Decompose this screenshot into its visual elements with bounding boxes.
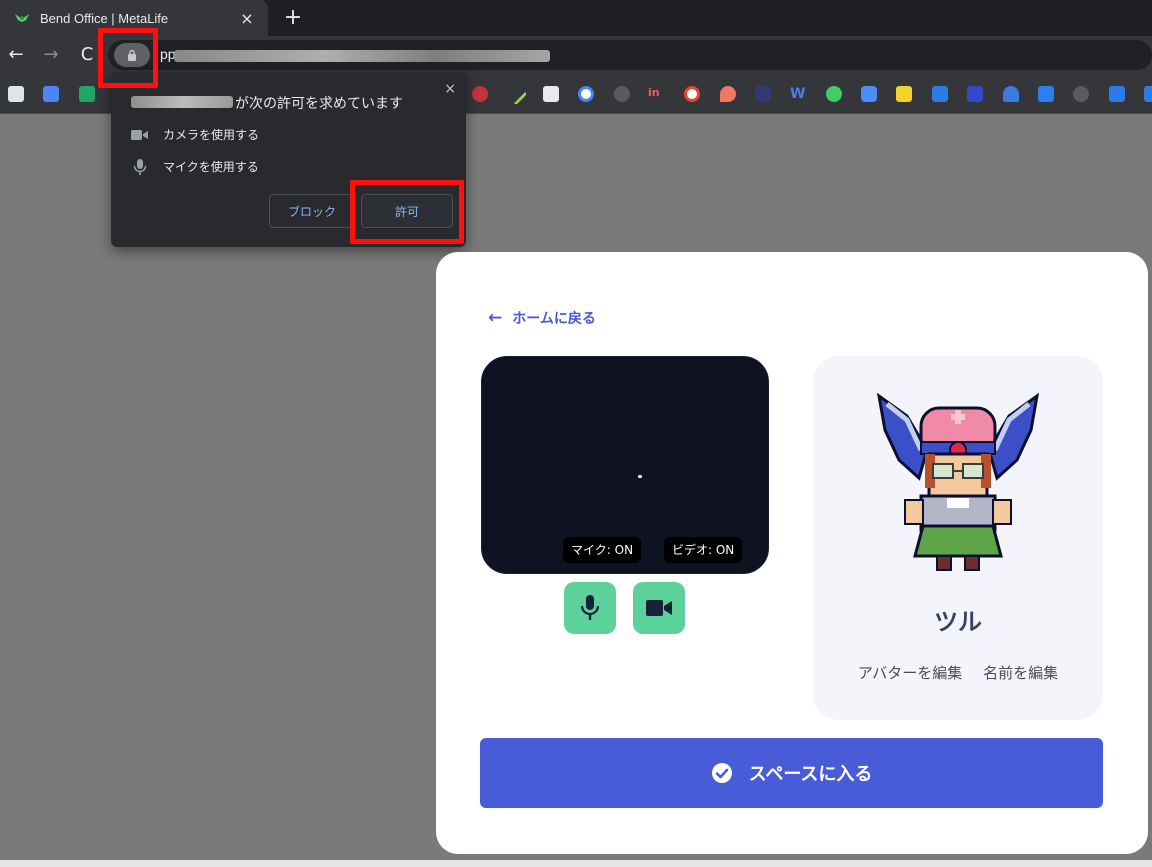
pin-icon[interactable] (720, 86, 736, 102)
video-artifact (638, 475, 642, 478)
app-icon[interactable] (755, 86, 771, 102)
t-icon[interactable] (896, 86, 912, 102)
video-camera-icon (646, 600, 672, 616)
reload-button[interactable]: C (76, 43, 98, 67)
mic-toggle-button[interactable] (564, 582, 616, 634)
home-icon[interactable] (1003, 86, 1019, 102)
avatar-actions: アバターを編集 名前を編集 (813, 662, 1103, 683)
google-icon[interactable] (578, 86, 594, 102)
enter-space-button[interactable]: スペースに入る (480, 738, 1103, 808)
globe-icon[interactable] (1073, 86, 1089, 102)
back-home-label: ホームに戻る (512, 311, 596, 327)
invision-icon[interactable]: in (648, 86, 664, 102)
mic-permission-label: マイクを使用する (163, 160, 259, 174)
app-icon[interactable] (1144, 86, 1152, 102)
microphone-icon (580, 595, 600, 620)
plus-icon[interactable] (826, 86, 842, 102)
highlight-box-allow (350, 180, 464, 244)
forward-button[interactable]: → (40, 43, 62, 67)
bottom-strip (0, 860, 1152, 867)
camera-permission-label: カメラを使用する (163, 128, 260, 142)
mail-icon[interactable] (1038, 86, 1054, 102)
avatar-sprite (877, 392, 1039, 571)
back-home-link[interactable]: ← ホームに戻る (488, 308, 596, 328)
back-button[interactable]: ← (5, 43, 27, 67)
permission-title: が次の許可を求めています (235, 96, 403, 112)
camera-permission-row: カメラを使用する (131, 126, 259, 143)
mic-permission-row: マイクを使用する (131, 158, 259, 175)
edit-avatar-link[interactable]: アバターを編集 (858, 664, 962, 682)
domain-redaction (131, 96, 233, 108)
mic-status-badge: マイク: ON (563, 537, 642, 563)
tab-title: Bend Office | MetaLife (40, 10, 169, 26)
avatar-name: ツル (934, 608, 982, 636)
edit-name-link[interactable]: 名前を編集 (983, 664, 1058, 682)
enter-space-label: スペースに入る (748, 764, 873, 785)
pen-icon[interactable] (504, 82, 528, 106)
url-redaction (174, 50, 550, 62)
trello-icon[interactable] (932, 86, 948, 102)
google-icon[interactable] (684, 86, 700, 102)
tab-close-icon[interactable]: × (236, 9, 258, 28)
video-status-badge: ビデオ: ON (664, 537, 743, 563)
avatar-card: ツル アバターを編集 名前を編集 (813, 356, 1103, 720)
camera-toggle-button[interactable] (633, 582, 685, 634)
chat-icon[interactable] (861, 86, 877, 102)
metalife-logo-icon (15, 14, 29, 22)
block-button[interactable]: ブロック (269, 194, 355, 228)
check-circle-icon (711, 763, 732, 783)
browser-toolbar: ← → C pp (0, 36, 1152, 74)
microphone-icon (133, 158, 147, 175)
docs-icon[interactable] (8, 86, 24, 102)
arrow-left-icon: ← (488, 308, 503, 328)
app-icon[interactable] (472, 86, 488, 102)
close-icon[interactable]: × (444, 81, 456, 97)
new-tab-button[interactable]: + (280, 4, 306, 32)
tab-bar: Bend Office | MetaLife × + (0, 0, 1152, 36)
webflow-icon[interactable]: W (790, 86, 806, 102)
trello-icon[interactable] (1109, 86, 1125, 102)
video-preview: マイク: ON ビデオ: ON (481, 356, 769, 574)
entry-card: ← ホームに戻る マイク: ON ビデオ: ON ツル アバターを編集 名前を編… (436, 252, 1148, 854)
code-icon[interactable] (543, 86, 559, 102)
highlight-box-lock (98, 28, 158, 88)
address-bar[interactable]: pp (108, 40, 1152, 70)
app-icon[interactable] (967, 86, 983, 102)
sheets-icon[interactable] (79, 86, 95, 102)
docs-icon[interactable] (43, 86, 59, 102)
camera-icon (131, 129, 148, 140)
globe-icon[interactable] (614, 86, 630, 102)
